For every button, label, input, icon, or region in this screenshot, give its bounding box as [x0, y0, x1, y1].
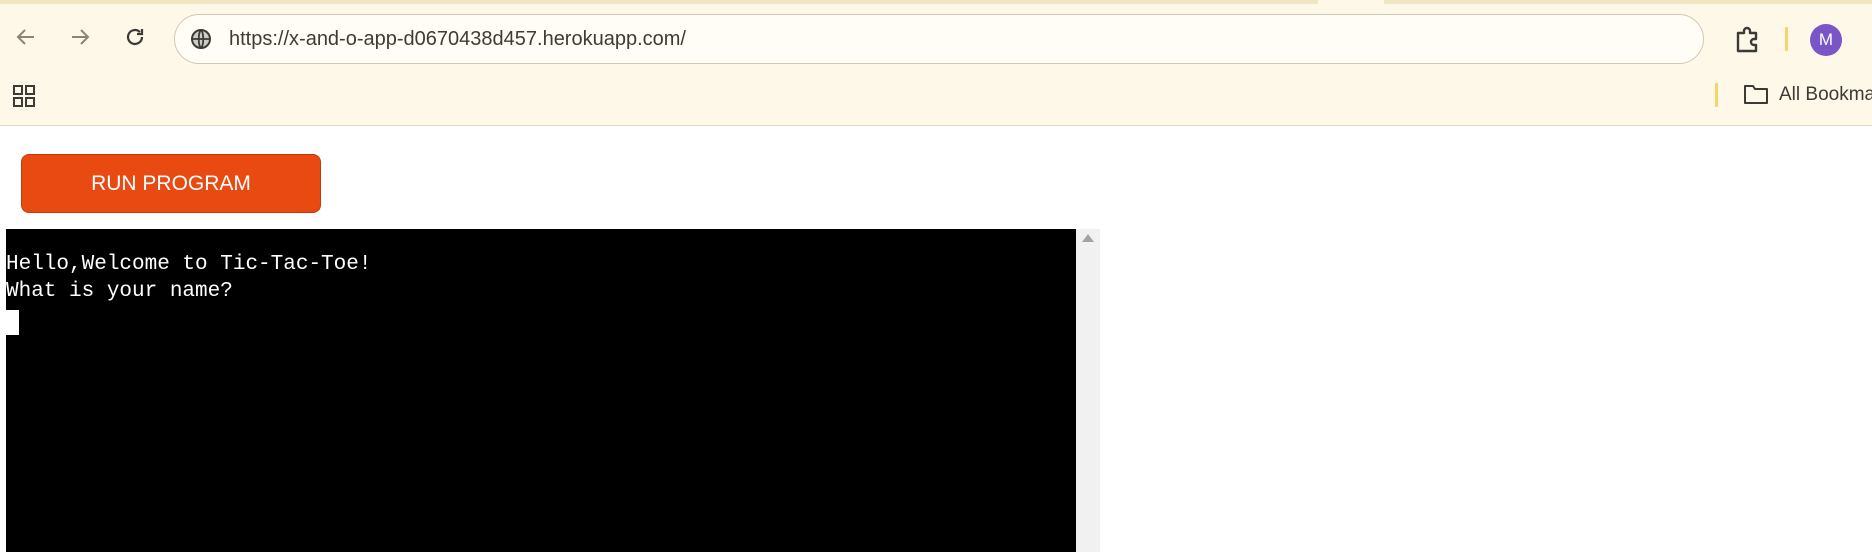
tab-strip-edge: [0, 0, 1872, 4]
extensions-icon[interactable]: [1730, 22, 1764, 56]
address-bar[interactable]: https://x-and-o-app-d0670438d457.herokua…: [174, 14, 1704, 64]
terminal-cursor: [6, 310, 19, 335]
back-button[interactable]: [6, 20, 46, 60]
arrow-left-icon: [14, 25, 38, 56]
reload-button[interactable]: [115, 20, 155, 60]
browser-chrome: https://x-and-o-app-d0670438d457.herokua…: [0, 0, 1872, 126]
reload-icon: [123, 25, 147, 56]
tab-gap: [1318, 0, 1384, 4]
run-program-button[interactable]: RUN PROGRAM: [21, 154, 321, 213]
bookmarks-separator: [1715, 83, 1718, 107]
url-text[interactable]: https://x-and-o-app-d0670438d457.herokua…: [229, 28, 686, 51]
terminal[interactable]: Hello,Welcome to Tic-Tac-Toe! What is yo…: [6, 229, 1076, 552]
all-bookmarks-label[interactable]: All Bookmarks: [1779, 84, 1872, 106]
toolbar-separator: [1785, 27, 1788, 51]
terminal-line: What is your name?: [6, 280, 233, 303]
terminal-line: Hello,Welcome to Tic-Tac-Toe!: [6, 253, 372, 276]
forward-button[interactable]: [60, 20, 100, 60]
scroll-up-icon[interactable]: [1082, 234, 1094, 242]
apps-grid-icon[interactable]: [12, 84, 36, 108]
site-info-icon[interactable]: [189, 27, 213, 51]
arrow-right-icon: [68, 25, 92, 56]
avatar-initial: M: [1818, 30, 1834, 49]
folder-icon[interactable]: [1743, 83, 1769, 105]
profile-avatar[interactable]: M: [1810, 24, 1842, 56]
run-program-label: RUN PROGRAM: [91, 171, 251, 195]
terminal-scrollbar[interactable]: [1076, 229, 1100, 552]
